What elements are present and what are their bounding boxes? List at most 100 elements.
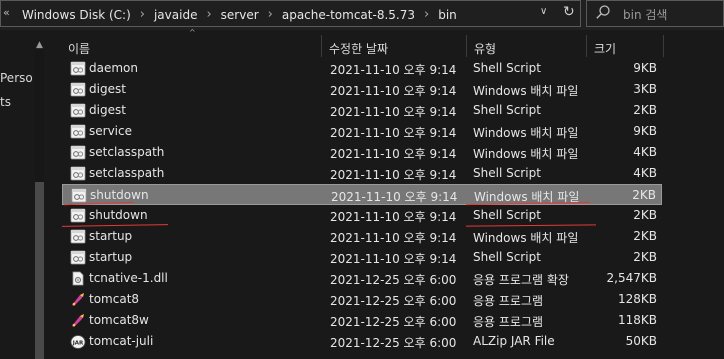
column-header-date[interactable]: 수정한 날짜 bbox=[329, 40, 388, 57]
column-divider[interactable] bbox=[586, 35, 587, 57]
file-type: Shell Script bbox=[473, 166, 541, 180]
address-history-dropdown-icon[interactable]: ∨ bbox=[540, 6, 547, 17]
file-date-modified: 2021-12-25 오후 6:00 bbox=[330, 294, 457, 308]
file-type: Shell Script bbox=[473, 208, 541, 222]
column-header-row: 이름 ^ 수정한 날짜 유형 크기 bbox=[46, 28, 724, 57]
file-row[interactable]: setclasspath 2021-11-10 오후 9:14 Shell Scri… bbox=[62, 163, 662, 184]
file-date-modified: 2021-11-10 오후 9:14 bbox=[330, 126, 457, 140]
breadcrumb-item[interactable]: bin bbox=[435, 8, 460, 22]
column-header-type[interactable]: 유형 bbox=[474, 40, 496, 57]
file-size: 4KB bbox=[633, 166, 657, 180]
tomcat-app-icon bbox=[70, 313, 86, 328]
file-date-modified: 2021-11-10 오후 9:14 bbox=[331, 190, 458, 204]
file-type: Windows 배치 파일 bbox=[473, 231, 579, 245]
breadcrumb-item[interactable]: javaide bbox=[151, 8, 200, 22]
file-date-modified: 2021-11-10 오후 9:14 bbox=[330, 105, 457, 119]
jar-file-icon: JAR bbox=[70, 334, 86, 349]
scroll-up-icon[interactable]: ▲ bbox=[36, 40, 43, 50]
file-row[interactable]: JAR tomcat-juli 2021-12-25 오후 6:00 ALZip JA… bbox=[62, 331, 662, 352]
file-name: tcnative-1.dll bbox=[89, 271, 168, 285]
file-name: startup bbox=[89, 229, 133, 243]
address-bar-region: « Windows Disk (C:) › javaide › server › apach… bbox=[0, 0, 724, 30]
breadcrumb-separator-icon[interactable]: › bbox=[262, 7, 279, 22]
file-type: 응용 프로그램 bbox=[473, 315, 544, 329]
file-type: Windows 배치 파일 bbox=[473, 147, 579, 161]
file-type: ALZip JAR File bbox=[473, 334, 555, 348]
file-name: startup bbox=[89, 250, 133, 264]
script-file-icon bbox=[70, 82, 86, 97]
file-date-modified: 2021-11-10 오후 9:14 bbox=[330, 252, 457, 266]
script-file-icon bbox=[70, 166, 86, 181]
file-row[interactable]: digest 2021-11-10 오후 9:14 Shell Script 2KB bbox=[62, 100, 662, 121]
column-header-size[interactable]: 크기 bbox=[594, 40, 616, 57]
column-divider[interactable] bbox=[663, 35, 664, 57]
file-name: setclasspath bbox=[89, 145, 165, 159]
file-row[interactable]: tomcat8 2021-12-25 오후 6:00 응용 프로그램 128KB bbox=[62, 289, 662, 310]
search-icon bbox=[596, 5, 610, 19]
file-date-modified: 2021-12-25 오후 6:00 bbox=[330, 315, 457, 329]
script-file-icon bbox=[70, 124, 86, 139]
file-date-modified: 2021-12-25 오후 6:00 bbox=[330, 336, 457, 350]
file-size: 2KB bbox=[633, 103, 657, 117]
dll-file-icon bbox=[70, 271, 86, 286]
breadcrumb-item[interactable]: Windows Disk (C:) bbox=[19, 8, 134, 22]
file-type: Shell Script bbox=[473, 250, 541, 264]
file-size: 3KB bbox=[633, 82, 657, 96]
file-name: setclasspath bbox=[89, 166, 165, 180]
file-size: 2KB bbox=[633, 208, 657, 222]
script-file-icon bbox=[70, 250, 86, 265]
file-size: 2KB bbox=[633, 229, 657, 243]
file-size: 9KB bbox=[633, 61, 657, 75]
file-date-modified: 2021-11-10 오후 9:14 bbox=[330, 63, 457, 77]
file-name: digest bbox=[89, 103, 126, 117]
script-file-icon bbox=[70, 103, 86, 118]
tomcat-app-icon bbox=[70, 292, 86, 307]
file-row[interactable]: tcnative-1.dll 2021-12-25 오후 6:00 응용 프로그램 … bbox=[62, 268, 662, 289]
file-row[interactable]: service 2021-11-10 오후 9:14 Windows 배치 파일 9K… bbox=[62, 121, 662, 142]
file-name: shutdown bbox=[89, 208, 148, 222]
file-row[interactable]: tomcat8w 2021-12-25 오후 6:00 응용 프로그램 118KB bbox=[62, 310, 662, 331]
file-size: 2KB bbox=[633, 250, 657, 264]
file-type: 응용 프로그램 bbox=[473, 294, 544, 308]
file-date-modified: 2021-11-10 오후 9:14 bbox=[330, 210, 457, 224]
file-name: shutdown bbox=[90, 188, 149, 202]
breadcrumb-item[interactable]: server bbox=[218, 8, 262, 22]
column-header-name[interactable]: 이름 bbox=[68, 40, 90, 57]
breadcrumb-separator-icon[interactable]: › bbox=[418, 7, 435, 22]
breadcrumb-separator-icon[interactable]: › bbox=[134, 7, 151, 22]
breadcrumb-separator-icon[interactable]: › bbox=[200, 7, 217, 22]
file-date-modified: 2021-11-10 오후 9:14 bbox=[330, 147, 457, 161]
file-date-modified: 2021-11-10 오후 9:14 bbox=[330, 168, 457, 182]
file-row[interactable]: setclasspath 2021-11-10 오후 9:14 Windows 배치… bbox=[62, 142, 662, 163]
file-row[interactable]: shutdown 2021-11-10 오후 9:14 Shell Script 2K… bbox=[62, 205, 662, 226]
file-name: digest bbox=[89, 82, 126, 96]
search-box[interactable]: bin 검색 bbox=[586, 0, 724, 27]
file-size: 4KB bbox=[633, 145, 657, 159]
file-size: 2KB bbox=[632, 188, 656, 202]
column-divider[interactable] bbox=[466, 35, 467, 57]
file-row[interactable]: digest 2021-11-10 오후 9:14 Windows 배치 파일 3KB bbox=[62, 79, 662, 100]
file-date-modified: 2021-12-25 오후 6:00 bbox=[330, 273, 457, 287]
file-size: 50KB bbox=[625, 334, 657, 348]
file-size: 9KB bbox=[633, 124, 657, 138]
file-name: tomcat-juli bbox=[89, 334, 154, 348]
file-name: tomcat8 bbox=[89, 292, 140, 306]
file-row[interactable]: startup 2021-11-10 오후 9:14 Shell Script 2KB bbox=[62, 247, 662, 268]
file-date-modified: 2021-11-10 오후 9:14 bbox=[330, 231, 457, 245]
breadcrumb-item[interactable]: apache-tomcat-8.5.73 bbox=[279, 8, 418, 22]
file-date-modified: 2021-11-10 오후 9:14 bbox=[330, 84, 457, 98]
file-row[interactable]: daemon 2021-11-10 오후 9:14 Shell Script 9KB bbox=[62, 58, 662, 79]
column-divider[interactable] bbox=[321, 35, 322, 57]
file-size: 2,547KB bbox=[606, 271, 657, 285]
file-list: daemon 2021-11-10 오후 9:14 Shell Script 9KB d… bbox=[0, 58, 724, 359]
search-placeholder: bin 검색 bbox=[623, 8, 668, 22]
file-type: Windows 배치 파일 bbox=[473, 84, 579, 98]
address-bar[interactable]: « Windows Disk (C:) › javaide › server › apach… bbox=[0, 0, 581, 27]
file-row[interactable]: startup 2021-11-10 오후 9:14 Windows 배치 파일 2K… bbox=[62, 226, 662, 247]
refresh-icon[interactable]: ↻ bbox=[563, 4, 575, 20]
sort-ascending-icon: ^ bbox=[189, 28, 196, 37]
script-file-icon bbox=[70, 208, 86, 223]
overflow-chevron-icon[interactable]: « bbox=[3, 6, 10, 19]
breadcrumb: Windows Disk (C:) › javaide › server › apache-… bbox=[19, 1, 460, 28]
script-file-icon bbox=[71, 188, 87, 203]
